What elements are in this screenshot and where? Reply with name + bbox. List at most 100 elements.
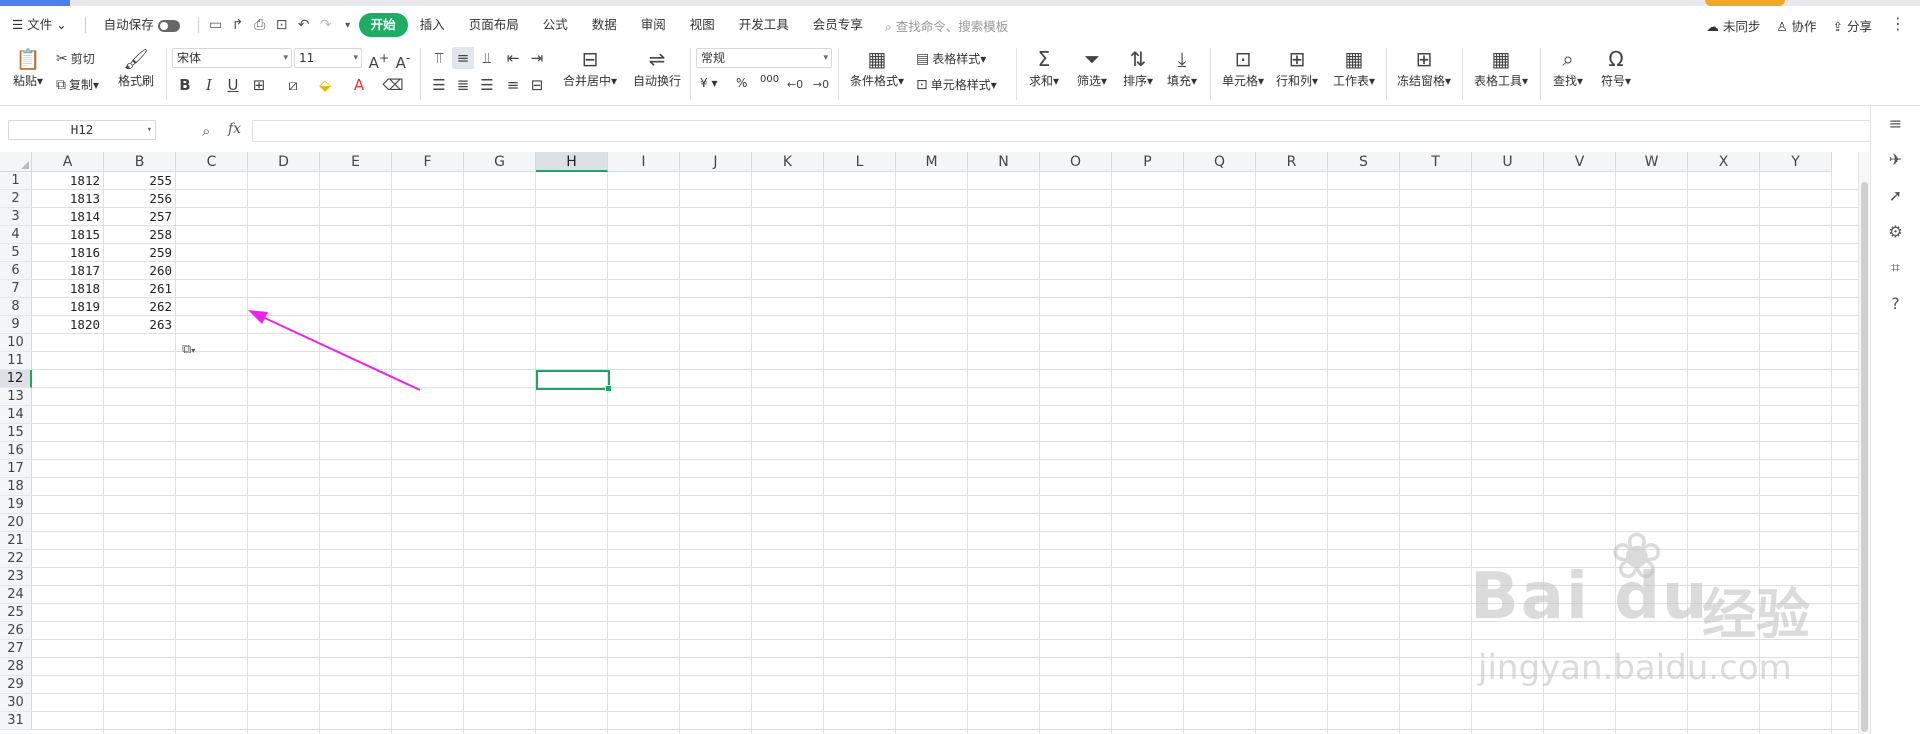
row-header-31[interactable]: 31 (0, 712, 32, 730)
column-header-h[interactable]: H (536, 152, 608, 172)
select-all-corner[interactable] (0, 152, 32, 172)
column-header-w[interactable]: W (1616, 152, 1688, 172)
cell-a3[interactable]: 1814 (32, 208, 104, 226)
print-preview-icon[interactable]: ⊡ (271, 17, 293, 33)
align-top-icon[interactable]: ⫪ (428, 47, 450, 69)
increase-font-icon[interactable]: A+ (368, 47, 390, 72)
collab-button[interactable]: ♙ 协作 (1768, 16, 1824, 35)
cell-b4[interactable]: 258 (104, 226, 176, 244)
row-header-4[interactable]: 4 (0, 226, 32, 244)
sync-button[interactable]: ☁ 未同步 (1698, 16, 1768, 35)
column-header-j[interactable]: J (680, 152, 752, 172)
decrease-decimal-icon[interactable]: →0 (810, 74, 832, 96)
undo-icon[interactable]: ↶ (293, 17, 315, 33)
row-header-21[interactable]: 21 (0, 532, 32, 550)
tab-home[interactable]: 开始 (358, 13, 408, 37)
print-icon[interactable]: ⎙ (249, 17, 271, 33)
distribute-icon[interactable]: ⊟ (526, 74, 548, 96)
align-center-icon[interactable]: ≣ (452, 74, 474, 96)
row-header-26[interactable]: 26 (0, 622, 32, 640)
column-header-d[interactable]: D (248, 152, 320, 172)
row-header-5[interactable]: 5 (0, 244, 32, 262)
column-header-v[interactable]: V (1544, 152, 1616, 172)
tab-formulas[interactable]: 公式 (531, 13, 580, 37)
row-header-23[interactable]: 23 (0, 568, 32, 586)
cell-b7[interactable]: 261 (104, 280, 176, 298)
align-right-icon[interactable]: ☰ (476, 74, 498, 96)
row-header-22[interactable]: 22 (0, 550, 32, 568)
column-header-u[interactable]: U (1472, 152, 1544, 172)
export-icon[interactable]: ↱ (227, 17, 249, 33)
row-header-7[interactable]: 7 (0, 280, 32, 298)
fill-button[interactable]: ⤓ 填充▾ (1162, 46, 1202, 89)
row-header-2[interactable]: 2 (0, 190, 32, 208)
table-style-button[interactable]: ▤ 表格样式▾ (916, 50, 986, 67)
row-header-30[interactable]: 30 (0, 694, 32, 712)
increase-decimal-icon[interactable]: ←0 (784, 74, 806, 96)
eraser-icon[interactable]: ⌫ (382, 74, 404, 96)
scroll-thumb[interactable] (1861, 182, 1868, 732)
row-header-8[interactable]: 8 (0, 298, 32, 316)
row-header-1[interactable]: 1 (0, 172, 32, 190)
column-header-e[interactable]: E (320, 152, 392, 172)
cell-b8[interactable]: 262 (104, 298, 176, 316)
column-header-y[interactable]: Y (1760, 152, 1832, 172)
column-header-x[interactable]: X (1688, 152, 1760, 172)
column-header-m[interactable]: M (896, 152, 968, 172)
row-header-11[interactable]: 11 (0, 352, 32, 370)
align-middle-icon[interactable]: ≡ (452, 47, 474, 69)
tab-page-layout[interactable]: 页面布局 (457, 13, 531, 37)
font-color-icon[interactable]: A (348, 74, 370, 96)
cell-a8[interactable]: 1819 (32, 298, 104, 316)
row-header-12[interactable]: 12 (0, 370, 32, 388)
column-header-k[interactable]: K (752, 152, 824, 172)
row-header-15[interactable]: 15 (0, 424, 32, 442)
border-icon[interactable]: ⊞ (248, 74, 270, 96)
cell-b2[interactable]: 256 (104, 190, 176, 208)
row-header-20[interactable]: 20 (0, 514, 32, 532)
worksheet-button[interactable]: ▦ 工作表▾ (1330, 46, 1378, 89)
column-header-f[interactable]: F (392, 152, 464, 172)
cell-b1[interactable]: 255 (104, 172, 176, 190)
redo-icon[interactable]: ↷ (315, 17, 337, 33)
file-menu[interactable]: ☰ 文件 ⌄ (0, 13, 79, 37)
font-name-select[interactable]: 宋体 ▾ (172, 48, 292, 68)
filter-button[interactable]: ⏷ 筛选▾ (1072, 46, 1112, 89)
save-icon[interactable]: ▭ (205, 17, 227, 33)
column-header-q[interactable]: Q (1184, 152, 1256, 172)
column-header-l[interactable]: L (824, 152, 896, 172)
cell-a6[interactable]: 1817 (32, 262, 104, 280)
cell-b5[interactable]: 259 (104, 244, 176, 262)
copy-button[interactable]: ⧉ 复制▾ (56, 76, 99, 93)
format-painter-button[interactable]: 🖌 格式刷 (116, 46, 156, 89)
symbol-button[interactable]: Ω 符号▾ (1596, 46, 1636, 89)
rocket-icon[interactable]: ✈ (1871, 142, 1920, 178)
column-header-c[interactable]: C (176, 152, 248, 172)
row-header-16[interactable]: 16 (0, 442, 32, 460)
bold-icon[interactable]: B (174, 74, 196, 96)
tab-view[interactable]: 视图 (678, 13, 727, 37)
freeze-panes-button[interactable]: ⊞ 冻结窗格▾ (1394, 46, 1454, 89)
function-icon[interactable]: fx (228, 121, 241, 137)
cell-b9[interactable]: 263 (104, 316, 176, 334)
wrap-text-button[interactable]: ⇌ 自动换行 (630, 46, 684, 89)
sort-button[interactable]: ⇅ 排序▾ (1118, 46, 1158, 89)
sum-button[interactable]: Σ 求和▾ (1024, 46, 1064, 89)
row-header-9[interactable]: 9 (0, 316, 32, 334)
share-button[interactable]: ⇪ 分享 (1825, 16, 1880, 35)
column-header-r[interactable]: R (1256, 152, 1328, 172)
conditional-format-button[interactable]: ▦ 条件格式▾ (846, 46, 908, 89)
font-size-select[interactable]: 11 ▾ (294, 48, 362, 68)
cell-button[interactable]: ⊡ 单元格▾ (1218, 46, 1268, 89)
cell-grid[interactable] (32, 172, 1858, 734)
zoom-icon[interactable]: ⌕ (202, 122, 210, 140)
thousands-button[interactable]: 000 (760, 74, 779, 85)
vertical-scrollbar[interactable] (1858, 152, 1870, 734)
row-header-17[interactable]: 17 (0, 460, 32, 478)
crop-icon[interactable]: ⌗ (1871, 250, 1920, 286)
row-header-28[interactable]: 28 (0, 658, 32, 676)
column-header-g[interactable]: G (464, 152, 536, 172)
currency-button[interactable]: ¥ ▾ (700, 76, 717, 90)
tab-developer[interactable]: 开发工具 (727, 13, 801, 37)
tab-member[interactable]: 会员专享 (801, 13, 875, 37)
